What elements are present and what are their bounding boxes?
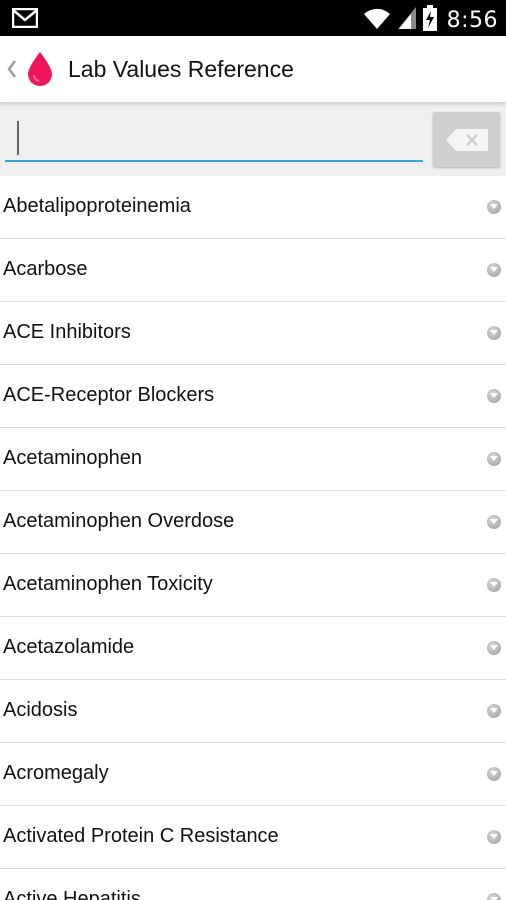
lab-values-list: Abetalipoproteinemia Acarbose ACE Inhibi…: [0, 176, 506, 900]
text-cursor: [17, 121, 19, 155]
expand-arrow-icon[interactable]: [487, 641, 501, 655]
list-item-label: Acetaminophen Overdose: [3, 510, 235, 532]
action-bar: Lab Values Reference: [0, 36, 506, 103]
list-item[interactable]: Acetaminophen Toxicity: [0, 554, 506, 617]
signal-icon: [397, 6, 417, 35]
expand-arrow-icon[interactable]: [487, 326, 501, 340]
expand-arrow-icon[interactable]: [487, 578, 501, 592]
list-item-label: Active Hepatitis: [3, 888, 141, 900]
list-item[interactable]: Acetazolamide: [0, 617, 506, 680]
clock-time: 8:56: [446, 8, 498, 33]
search-input[interactable]: [5, 115, 423, 160]
list-item-label: Acromegaly: [3, 762, 109, 784]
list-item-label: ACE-Receptor Blockers: [3, 384, 215, 406]
expand-arrow-icon[interactable]: [487, 767, 501, 781]
list-item-label: Activated Protein C Resistance: [3, 825, 279, 847]
list-item-label: Acetazolamide: [3, 636, 135, 658]
wifi-icon: [363, 6, 391, 35]
search-bar: [0, 103, 506, 176]
list-item-label: Abetalipoproteinemia: [3, 195, 191, 217]
gmail-icon: [11, 7, 39, 33]
clear-search-button[interactable]: [433, 112, 500, 167]
expand-arrow-icon[interactable]: [487, 263, 501, 277]
expand-arrow-icon[interactable]: [487, 200, 501, 214]
battery-charging-icon: [422, 5, 437, 36]
status-bar: 8:56: [0, 0, 506, 36]
expand-arrow-icon[interactable]: [487, 893, 501, 900]
list-item[interactable]: Acarbose: [0, 239, 506, 302]
expand-arrow-icon[interactable]: [487, 452, 501, 466]
list-item[interactable]: ACE Inhibitors: [0, 302, 506, 365]
list-item[interactable]: Acetaminophen Overdose: [0, 491, 506, 554]
list-item-label: Acarbose: [3, 258, 88, 280]
search-field[interactable]: [5, 115, 423, 162]
blood-drop-icon[interactable]: [26, 51, 54, 87]
list-item[interactable]: Abetalipoproteinemia: [0, 176, 506, 239]
backspace-clear-icon: [446, 129, 488, 151]
expand-arrow-icon[interactable]: [487, 515, 501, 529]
expand-arrow-icon[interactable]: [487, 704, 501, 718]
list-item-label: Acetaminophen Toxicity: [3, 573, 213, 595]
expand-arrow-icon[interactable]: [487, 830, 501, 844]
list-item[interactable]: Activated Protein C Resistance: [0, 806, 506, 869]
list-item-label: Acidosis: [3, 699, 78, 721]
list-item[interactable]: Acetaminophen: [0, 428, 506, 491]
chevron-left-icon[interactable]: [6, 58, 18, 80]
list-item-label: ACE Inhibitors: [3, 321, 131, 343]
list-item[interactable]: Active Hepatitis: [0, 869, 506, 900]
page-title: Lab Values Reference: [68, 56, 294, 82]
list-item[interactable]: ACE-Receptor Blockers: [0, 365, 506, 428]
expand-arrow-icon[interactable]: [487, 389, 501, 403]
list-item[interactable]: Acromegaly: [0, 743, 506, 806]
list-item[interactable]: Acidosis: [0, 680, 506, 743]
list-item-label: Acetaminophen: [3, 447, 142, 469]
